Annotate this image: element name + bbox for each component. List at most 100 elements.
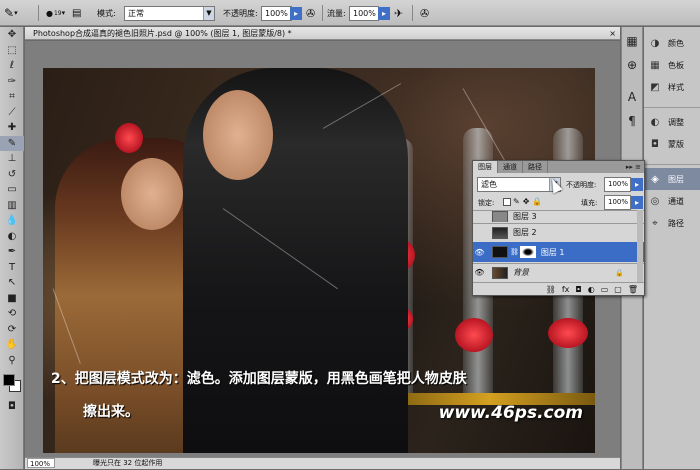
airbrush-icon[interactable]: ✈ (394, 4, 403, 22)
eye-icon[interactable]: 👁 (473, 268, 486, 277)
tab-channels[interactable]: 通道 (498, 161, 523, 173)
fill-value: 100% (608, 198, 629, 206)
adjustment-layer-icon[interactable]: ◐ (588, 285, 595, 294)
mode-value: 正常 (128, 9, 144, 18)
zoom-tool-icon[interactable]: ⚲ (0, 353, 24, 369)
mask-icon: ◘ (651, 138, 659, 150)
layer-name: 图层 1 (540, 247, 565, 257)
hair-flower (115, 123, 143, 153)
mode-label: 模式: (97, 9, 116, 18)
lock-transparent-checkbox[interactable] (503, 197, 511, 206)
opacity-input[interactable]: 100% (261, 6, 292, 21)
character-panel-icon[interactable]: A (622, 87, 642, 107)
layers-panel-tabs: 图层 通道 路径 ▸▸ ≡ (473, 161, 644, 173)
tab-paths[interactable]: 路径 (523, 161, 548, 173)
dock-item-styles[interactable]: ◩ 样式 (644, 76, 700, 98)
eye-icon[interactable]: 👁 (473, 248, 486, 257)
move-tool-icon[interactable]: ✥ (0, 27, 24, 43)
fill-input[interactable]: 100% (604, 195, 631, 210)
shape-tool-icon[interactable]: ■ (0, 291, 24, 307)
quick-select-tool-icon[interactable]: ✑ (0, 74, 24, 90)
dock-item-paths[interactable]: ⌖ 路径 (644, 212, 700, 234)
history-brush-tool-icon[interactable]: ↺ (0, 167, 24, 183)
brush-tool-icon[interactable]: ✎ (0, 135, 24, 151)
fx-icon[interactable]: fx (562, 285, 570, 294)
type-tool-icon[interactable]: T (0, 260, 24, 276)
marquee-tool-icon[interactable]: ⬚ (0, 43, 24, 59)
fill-slider-button[interactable]: ▸ (631, 196, 643, 209)
pen-tool-icon[interactable]: ✒ (0, 244, 24, 260)
dock-item-adjustments[interactable]: ◐ 调整 (644, 111, 700, 133)
lasso-tool-icon[interactable]: ℓ (0, 58, 24, 74)
status-bar: 100% 曝光只在 32 位起作用 (25, 457, 620, 469)
close-icon[interactable]: × (609, 27, 616, 40)
lock-all-icon[interactable]: 🔒 (532, 197, 542, 206)
add-mask-icon[interactable]: ◘ (575, 285, 581, 294)
link-layers-icon[interactable]: ⛓ (546, 285, 556, 294)
gradient-tool-icon[interactable]: ▥ (0, 198, 24, 214)
layers-scrollbar[interactable] (637, 210, 643, 282)
clone-stamp-tool-icon[interactable]: ⊥ (0, 151, 24, 167)
dock-item-color[interactable]: ◑ 颜色 (644, 32, 700, 54)
paragraph-panel-icon[interactable]: ¶ (622, 111, 642, 131)
dock-item-layers[interactable]: ◈ 图层 (644, 168, 700, 190)
brush-panel-icon[interactable]: ▦ (622, 31, 642, 51)
dock-item-label: 调整 (668, 117, 684, 127)
color-swatch-icon: ◑ (650, 37, 660, 49)
dodge-tool-icon[interactable]: ◐ (0, 229, 24, 245)
crop-tool-icon[interactable]: ⌗ (0, 89, 24, 105)
hand-tool-icon[interactable]: ✋ (0, 337, 24, 353)
blur-tool-icon[interactable]: 💧 (0, 213, 24, 229)
lock-pixels-icon[interactable]: ✎ (513, 197, 520, 206)
layer-opacity-slider-button[interactable]: ▸ (631, 178, 643, 191)
healing-tool-icon[interactable]: ✚ (0, 120, 24, 136)
eyedropper-tool-icon[interactable]: ⟋ (0, 105, 24, 121)
dock-item-channels[interactable]: ◎ 通道 (644, 190, 700, 212)
brush-preset-icon[interactable]: ✎ ▾ (4, 4, 18, 22)
layers-panel-footer: ⛓ fx ◘ ◐ ▭ ▢ 🗑 (473, 282, 644, 295)
flow-slider-button[interactable]: ▸ (378, 7, 390, 20)
chain-link-icon[interactable]: ⛓ (510, 248, 519, 256)
lock-position-icon[interactable]: ✥ (523, 197, 530, 206)
layer-row[interactable]: 👁 背景 🔒 (473, 263, 644, 281)
3d-rotate-tool-icon[interactable]: ⟲ (0, 306, 24, 322)
tab-layers[interactable]: 图层 (473, 161, 498, 173)
flow-input[interactable]: 100% (349, 6, 379, 21)
adjustments-icon: ◐ (650, 116, 660, 128)
document-tab[interactable]: Photoshop合成逼真的褪色旧照片.psd @ 100% (图层 1, 图层… (25, 27, 620, 40)
man-face (203, 90, 273, 180)
layer-row[interactable]: 图层 2 (473, 223, 644, 241)
layer-thumbnail (492, 266, 508, 279)
toolbox: ✥ ⬚ ℓ ✑ ⌗ ⟋ ✚ ✎ ⊥ ↺ ▭ ▥ 💧 ◐ ✒ T ↖ ■ ⟲ ⟳ … (0, 27, 24, 469)
opacity-slider-button[interactable]: ▸ (290, 7, 302, 20)
new-group-icon[interactable]: ▭ (601, 285, 609, 294)
layer-opacity-input[interactable]: 100% (604, 177, 631, 192)
eraser-tool-icon[interactable]: ▭ (0, 182, 24, 198)
tablet-pressure-icon[interactable]: ✇ (420, 4, 429, 22)
panel-menu-icon[interactable]: ▸▸ ≡ (626, 161, 641, 173)
clone-source-icon[interactable]: ⊕ (622, 55, 642, 75)
layer-row[interactable]: 👁 ⛓ 图层 1 (473, 242, 644, 262)
3d-orbit-tool-icon[interactable]: ⟳ (0, 322, 24, 338)
pressure-opacity-icon[interactable]: ✇ (306, 4, 315, 22)
color-swatches[interactable] (0, 371, 23, 399)
dock-item-label: 图层 (668, 174, 684, 184)
layer-row[interactable]: 图层 3 (473, 210, 644, 222)
dock-item-masks[interactable]: ◘ 蒙版 (644, 133, 700, 155)
dock-item-label: 颜色 (668, 38, 684, 48)
dock-item-swatches[interactable]: ▦ 色板 (644, 54, 700, 76)
new-layer-icon[interactable]: ▢ (614, 285, 622, 294)
red-rose (455, 318, 493, 352)
brush-picker-button[interactable]: ● 19 ▾ (46, 4, 65, 22)
delete-layer-icon[interactable]: 🗑 (628, 285, 638, 294)
layer-mask-thumbnail[interactable] (519, 246, 536, 258)
mode-dropdown[interactable]: 正常 ▼ (124, 6, 215, 21)
brush-panel-toggle-icon[interactable]: ▤ (72, 4, 81, 22)
zoom-input[interactable]: 100% (27, 458, 55, 468)
red-rose (548, 318, 588, 348)
path-select-tool-icon[interactable]: ↖ (0, 275, 24, 291)
foreground-color-swatch[interactable] (3, 374, 15, 386)
lock-label: 锁定: (478, 199, 495, 207)
document-title: Photoshop合成逼真的褪色旧照片.psd @ 100% (图层 1, 图层… (33, 29, 292, 38)
quick-mask-icon[interactable]: ◘ (0, 399, 24, 415)
